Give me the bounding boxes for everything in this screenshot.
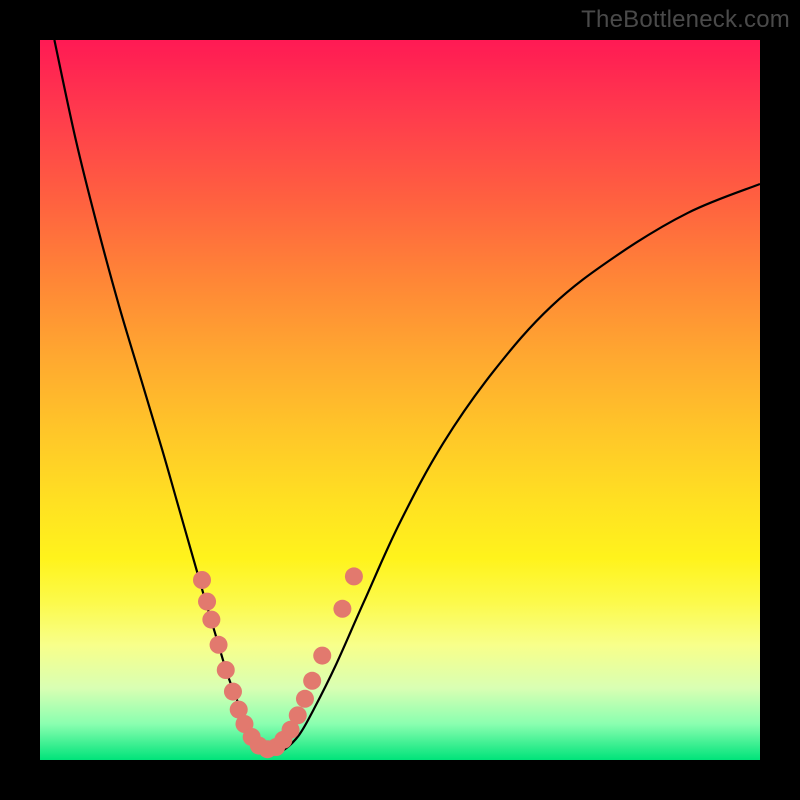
data-marker: [217, 661, 235, 679]
data-marker: [345, 567, 363, 585]
chart-frame: TheBottleneck.com: [0, 0, 800, 800]
data-marker: [198, 593, 216, 611]
chart-svg: [40, 40, 760, 760]
data-marker: [202, 611, 220, 629]
data-marker: [313, 647, 331, 665]
data-marker: [303, 672, 321, 690]
bottleneck-curve-path: [54, 40, 760, 753]
curve-layer: [54, 40, 760, 753]
watermark-label: TheBottleneck.com: [581, 6, 790, 34]
data-marker: [333, 600, 351, 618]
data-marker: [193, 571, 211, 589]
data-marker: [224, 683, 242, 701]
data-marker: [210, 636, 228, 654]
data-marker: [296, 690, 314, 708]
data-marker: [289, 706, 307, 724]
plot-area: [40, 40, 760, 760]
